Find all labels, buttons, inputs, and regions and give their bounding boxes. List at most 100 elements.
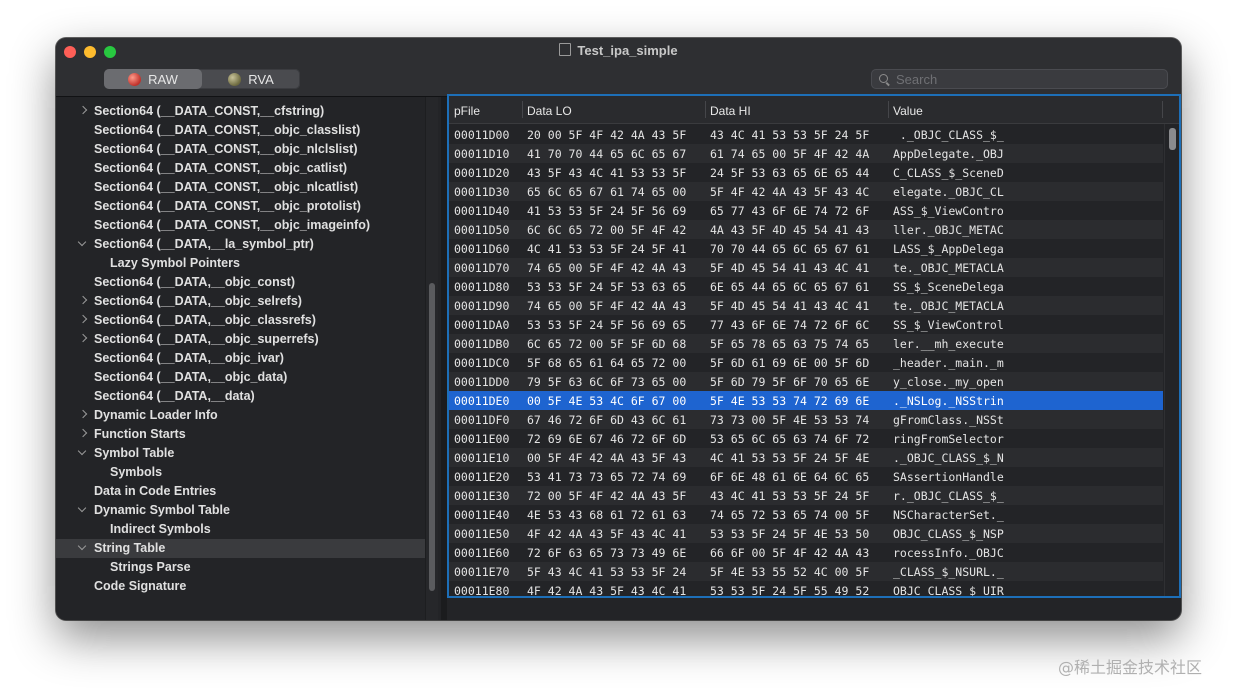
- pfile-cell: 00011E00: [454, 432, 510, 446]
- table-row[interactable]: 00011D70 74 65 00 5F 4F 42 4A 43 5F 4D 45 …: [449, 258, 1163, 277]
- disclosure-down-icon[interactable]: [78, 543, 87, 552]
- data-lo-cell: 65 6C 65 67 61 74 65 00: [527, 185, 687, 199]
- search-icon: [879, 74, 889, 84]
- table-row[interactable]: 00011D00 20 00 5F 4F 42 4A 43 5F 43 4C 41 …: [449, 125, 1163, 144]
- table-row[interactable]: 00011D50 6C 6C 65 72 00 5F 4F 42 4A 43 5F …: [449, 220, 1163, 239]
- table-row[interactable]: 00011E10 00 5F 4F 42 4A 43 5F 43 4C 41 53 …: [449, 448, 1163, 467]
- table-row[interactable]: 00011D60 4C 41 53 53 5F 24 5F 41 70 70 44 …: [449, 239, 1163, 258]
- sidebar-scroll-thumb[interactable]: [429, 283, 435, 591]
- sidebar-item[interactable]: Section64 (__DATA_CONST,__objc_nlcatlist…: [56, 178, 426, 197]
- value-cell: C_CLASS_$_SceneD: [893, 166, 1004, 180]
- sidebar-item[interactable]: Symbol Table: [56, 444, 426, 463]
- disclosure-down-icon[interactable]: [78, 505, 87, 514]
- disclosure-right-icon[interactable]: [78, 410, 87, 419]
- disclosure-down-icon[interactable]: [78, 448, 87, 457]
- table-row[interactable]: 00011D10 41 70 70 44 65 6C 65 67 61 74 65 …: [449, 144, 1163, 163]
- table-row[interactable]: 00011E30 72 00 5F 4F 42 4A 43 5F 43 4C 41 …: [449, 486, 1163, 505]
- sidebar-item[interactable]: Indirect Symbols: [56, 520, 426, 539]
- sidebar-item[interactable]: Section64 (__DATA_CONST,__objc_imageinfo…: [56, 216, 426, 235]
- table-row[interactable]: 00011DC0 5F 68 65 61 64 65 72 00 5F 6D 61 …: [449, 353, 1163, 372]
- data-lo-cell: 53 53 5F 24 5F 56 69 65: [527, 318, 687, 332]
- sidebar-item[interactable]: String Table: [56, 539, 426, 558]
- pfile-cell: 00011E70: [454, 565, 510, 579]
- sidebar-item-label: Section64 (__DATA,__data): [94, 389, 255, 403]
- sidebar-item[interactable]: Section64 (__DATA,__objc_const): [56, 273, 426, 292]
- sidebar-item[interactable]: Section64 (__DATA,__la_symbol_ptr): [56, 235, 426, 254]
- pfile-cell: 00011D20: [454, 166, 510, 180]
- sidebar-item[interactable]: Section64 (__DATA_CONST,__objc_classlist…: [56, 121, 426, 140]
- search-field[interactable]: [871, 69, 1168, 89]
- search-input[interactable]: [896, 71, 1146, 87]
- disclosure-right-icon[interactable]: [78, 334, 87, 343]
- column-header-data-hi[interactable]: Data HI: [710, 104, 751, 118]
- column-header-data-lo[interactable]: Data LO: [527, 104, 572, 118]
- sidebar-item[interactable]: Section64 (__DATA_CONST,__objc_nlclslist…: [56, 140, 426, 159]
- data-hi-cell: 65 77 43 6F 6E 74 72 6F: [710, 204, 870, 218]
- table-row[interactable]: 00011E80 4F 42 4A 43 5F 43 4C 41 53 53 5F …: [449, 581, 1163, 598]
- raw-mode-button[interactable]: RAW: [104, 69, 202, 89]
- disclosure-right-icon[interactable]: [78, 296, 87, 305]
- rva-mode-label: RVA: [248, 71, 274, 87]
- sidebar-item[interactable]: Strings Parse: [56, 558, 426, 577]
- rva-mode-button[interactable]: RVA: [202, 69, 300, 89]
- window-title-container: Test_ipa_simple: [56, 43, 1181, 58]
- table-row[interactable]: 00011DD0 79 5F 63 6C 6F 73 65 00 5F 6D 79 …: [449, 372, 1163, 391]
- sidebar-item[interactable]: Section64 (__DATA,__objc_ivar): [56, 349, 426, 368]
- pfile-cell: 00011E30: [454, 489, 510, 503]
- table-row[interactable]: 00011DF0 67 46 72 6F 6D 43 6C 61 73 73 00 …: [449, 410, 1163, 429]
- table-row[interactable]: 00011DE0 00 5F 4E 53 4C 6F 67 00 5F 4E 53 …: [449, 391, 1163, 410]
- table-row[interactable]: 00011D30 65 6C 65 67 61 74 65 00 5F 4F 42 …: [449, 182, 1163, 201]
- sidebar-item[interactable]: Section64 (__DATA_CONST,__cfstring): [56, 102, 426, 121]
- table-row[interactable]: 00011E70 5F 43 4C 41 53 53 5F 24 5F 4E 53 …: [449, 562, 1163, 581]
- sidebar-item[interactable]: Dynamic Symbol Table: [56, 501, 426, 520]
- table-row[interactable]: 00011D20 43 5F 43 4C 41 53 53 5F 24 5F 53 …: [449, 163, 1163, 182]
- sidebar-item[interactable]: Section64 (__DATA_CONST,__objc_catlist): [56, 159, 426, 178]
- sidebar-item[interactable]: Section64 (__DATA,__objc_superrefs): [56, 330, 426, 349]
- table-row[interactable]: 00011DA0 53 53 5F 24 5F 56 69 65 77 43 6F …: [449, 315, 1163, 334]
- sidebar-item[interactable]: Function Starts: [56, 425, 426, 444]
- disclosure-down-icon[interactable]: [78, 239, 87, 248]
- sidebar-item[interactable]: Code Signature: [56, 577, 426, 596]
- sidebar-item-label: Section64 (__DATA_CONST,__objc_nlclslist…: [94, 142, 358, 156]
- pfile-cell: 00011DB0: [454, 337, 510, 351]
- data-hi-cell: 43 4C 41 53 53 5F 24 5F: [710, 489, 870, 503]
- sidebar-item-label: Section64 (__DATA,__la_symbol_ptr): [94, 237, 314, 251]
- data-lo-cell: 6C 6C 65 72 00 5F 4F 42: [527, 223, 687, 237]
- sidebar-item[interactable]: Symbols: [56, 463, 426, 482]
- disclosure-right-icon[interactable]: [78, 429, 87, 438]
- disclosure-right-icon[interactable]: [78, 106, 87, 115]
- table-row[interactable]: 00011DB0 6C 65 72 00 5F 5F 6D 68 5F 65 78 …: [449, 334, 1163, 353]
- sidebar-item[interactable]: Section64 (__DATA,__objc_data): [56, 368, 426, 387]
- sidebar-item-label: Section64 (__DATA_CONST,__objc_protolist…: [94, 199, 361, 213]
- app-window: Test_ipa_simple RAW RVA Section64 (__DAT…: [56, 38, 1181, 620]
- sidebar-item[interactable]: Section64 (__DATA,__objc_classrefs): [56, 311, 426, 330]
- column-header-pfile[interactable]: pFile: [454, 104, 480, 118]
- table-row[interactable]: 00011D90 74 65 00 5F 4F 42 4A 43 5F 4D 45 …: [449, 296, 1163, 315]
- table-row[interactable]: 00011E50 4F 42 4A 43 5F 43 4C 41 53 53 5F …: [449, 524, 1163, 543]
- table-row[interactable]: 00011E40 4E 53 43 68 61 72 61 63 74 65 72 …: [449, 505, 1163, 524]
- pfile-cell: 00011D30: [454, 185, 510, 199]
- data-hi-cell: 5F 4E 53 53 74 72 69 6E: [710, 394, 870, 408]
- table-row[interactable]: 00011D80 53 53 5F 24 5F 53 63 65 6E 65 44 …: [449, 277, 1163, 296]
- sidebar-item[interactable]: Data in Code Entries: [56, 482, 426, 501]
- sidebar-item[interactable]: Lazy Symbol Pointers: [56, 254, 426, 273]
- sidebar-item[interactable]: Section64 (__DATA,__objc_selrefs): [56, 292, 426, 311]
- value-cell: OBJC_CLASS_$_UIR: [893, 584, 1004, 598]
- pfile-cell: 00011D50: [454, 223, 510, 237]
- data-hi-cell: 5F 4D 45 54 41 43 4C 41: [710, 261, 870, 275]
- sidebar-item[interactable]: Section64 (__DATA,__data): [56, 387, 426, 406]
- table-row[interactable]: 00011E60 72 6F 63 65 73 73 49 6E 66 6F 00 …: [449, 543, 1163, 562]
- table-scrollbar[interactable]: [1164, 124, 1179, 596]
- disclosure-right-icon[interactable]: [78, 315, 87, 324]
- column-separator: [1162, 101, 1163, 118]
- data-lo-cell: 41 53 53 5F 24 5F 56 69: [527, 204, 687, 218]
- window-title: Test_ipa_simple: [577, 43, 678, 58]
- table-scroll-thumb[interactable]: [1169, 128, 1176, 150]
- table-row[interactable]: 00011D40 41 53 53 5F 24 5F 56 69 65 77 43 …: [449, 201, 1163, 220]
- sidebar-item[interactable]: Dynamic Loader Info: [56, 406, 426, 425]
- sidebar-item[interactable]: Section64 (__DATA_CONST,__objc_protolist…: [56, 197, 426, 216]
- table-row[interactable]: 00011E00 72 69 6E 67 46 72 6F 6D 53 65 6C …: [449, 429, 1163, 448]
- column-header-value[interactable]: Value: [893, 104, 923, 118]
- value-cell: ler.__mh_execute: [893, 337, 1004, 351]
- table-row[interactable]: 00011E20 53 41 73 73 65 72 74 69 6F 6E 48 …: [449, 467, 1163, 486]
